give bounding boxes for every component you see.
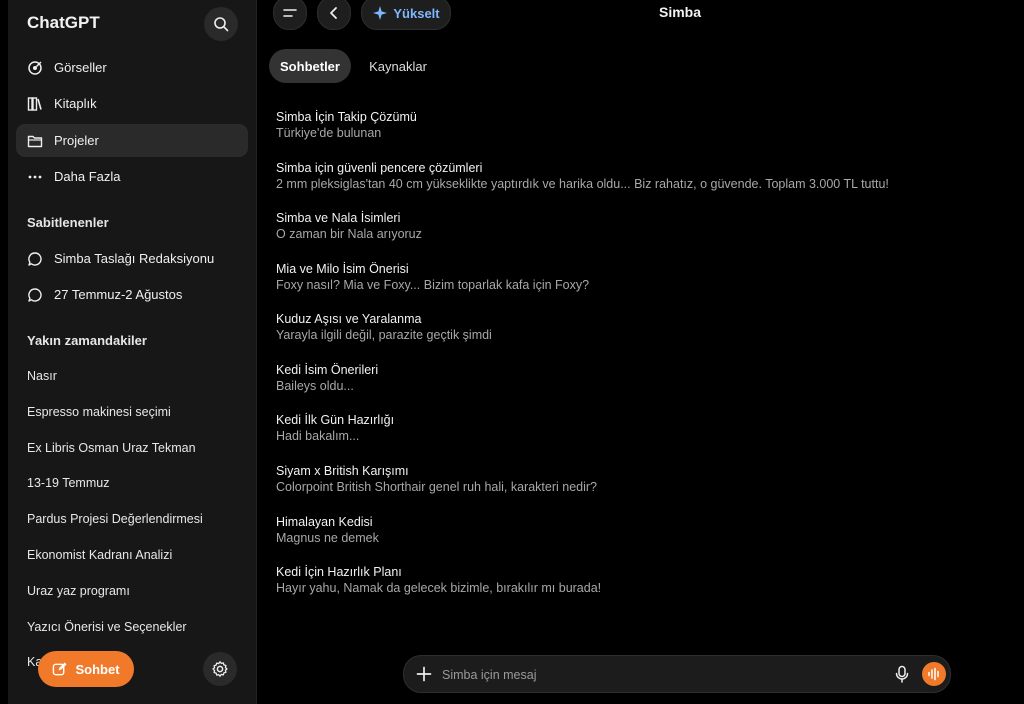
pinned-chat[interactable]: 27 Temmuz-2 Ağustos xyxy=(16,278,248,311)
back-button[interactable] xyxy=(317,0,351,30)
compose-icon xyxy=(53,661,67,675)
conversation-title: Kuduz Aşısı ve Yaralanma xyxy=(276,312,422,326)
recent-chat[interactable]: Espresso makinesi seçimi xyxy=(27,405,171,419)
tab-chats[interactable]: Sohbetler xyxy=(269,49,351,83)
recent-chat[interactable]: Nasır xyxy=(27,369,57,383)
tab-sources[interactable]: Kaynaklar xyxy=(359,49,437,83)
sparkle-icon xyxy=(373,6,388,20)
pinned-section-title: Sabitlenenler xyxy=(27,215,109,230)
settings-button[interactable] xyxy=(203,652,237,686)
conversation-title: Himalayan Kedisi xyxy=(276,515,373,529)
new-chat-button[interactable]: Sohbet xyxy=(38,651,134,687)
recent-chat[interactable]: Ex Libris Osman Uraz Tekman xyxy=(27,441,196,455)
waveform-icon xyxy=(928,667,939,681)
search-button[interactable] xyxy=(204,7,238,41)
library-icon xyxy=(26,95,44,113)
sidebar-item-label: Görseller xyxy=(54,60,107,75)
recent-chat[interactable]: Pardus Projesi Değerlendirmesi xyxy=(27,512,203,526)
conversation-snippet: Hayır yahu, Namak da gelecek bizimle, bı… xyxy=(276,581,602,595)
list-item[interactable]: Kedi İsim Önerileri Baileys oldu... xyxy=(276,362,976,395)
conversation-title: Siyam x British Karışımı xyxy=(276,464,409,478)
list-item[interactable]: Simba için güvenli pencere çözümleri 2 m… xyxy=(276,160,976,193)
conversation-snippet: Colorpoint British Shorthair genel ruh h… xyxy=(276,480,597,494)
more-icon xyxy=(26,168,44,186)
list-item[interactable]: Simba ve Nala İsimleri O zaman bir Nala … xyxy=(276,210,976,243)
sidebar-toggle-button[interactable] xyxy=(273,0,307,30)
conversation-snippet: Foxy nasıl? Mia ve Foxy... Bizim toparla… xyxy=(276,278,590,292)
gear-icon xyxy=(212,661,228,677)
conversation-snippet: O zaman bir Nala arıyoruz xyxy=(276,227,422,241)
sidebar-item-label: Daha Fazla xyxy=(54,169,121,184)
new-chat-label: Sohbet xyxy=(75,661,120,677)
conversation-title: Simba için güvenli pencere çözümleri xyxy=(276,161,483,175)
list-item[interactable]: Kedi İçin Hazırlık Planı Hayır yahu, Nam… xyxy=(276,564,976,597)
list-item[interactable]: Mia ve Milo İsim Önerisi Foxy nasıl? Mia… xyxy=(276,261,976,294)
chevron-left-icon xyxy=(330,7,337,19)
conversation-snippet: Baileys oldu... xyxy=(276,379,354,393)
brand-title: ChatGPT xyxy=(27,13,100,32)
sidebar-item-images[interactable]: Görseller xyxy=(16,51,248,84)
sidebar: ChatGPT Görseller Kitaplık Projeler Daha… xyxy=(8,0,257,704)
message-composer xyxy=(403,655,951,693)
sidebar-item-label: Projeler xyxy=(54,133,99,148)
chat-bubble-icon xyxy=(26,250,44,268)
recent-chat[interactable]: Ekonomist Kadranı Analizi xyxy=(27,548,172,562)
conversation-snippet: Yarayla ilgili değil, parazite geçtik şi… xyxy=(276,328,492,342)
plus-icon[interactable] xyxy=(414,664,434,684)
menu-icon xyxy=(283,9,297,17)
sidebar-item-label: 27 Temmuz-2 Ağustos xyxy=(54,287,183,302)
conversation-snippet: Türkiye'de bulunan xyxy=(276,126,382,140)
pinned-chat[interactable]: Simba Taslağı Redaksiyonu xyxy=(16,242,248,275)
list-item[interactable]: Kedi İlk Gün Hazırlığı Hadi bakalım... xyxy=(276,412,976,445)
conversation-snippet: Hadi bakalım... xyxy=(276,429,360,443)
conversation-snippet: Magnus ne demek xyxy=(276,531,379,545)
voice-mode-button[interactable] xyxy=(922,662,946,686)
images-icon xyxy=(26,59,44,77)
upgrade-label: Yükselt xyxy=(393,5,440,21)
page-title: Simba xyxy=(658,4,701,20)
conversation-title: Simba İçin Takip Çözümü xyxy=(276,110,417,124)
sidebar-item-label: Simba Taslağı Redaksiyonu xyxy=(54,251,215,266)
conversation-title: Kedi İçin Hazırlık Planı xyxy=(276,565,402,579)
upgrade-button[interactable]: Yükselt xyxy=(361,0,451,30)
recent-chat[interactable]: Yazıcı Önerisi ve Seçenekler xyxy=(27,620,187,634)
recent-chat[interactable]: Uraz yaz programı xyxy=(27,584,130,598)
conversation-title: Kedi İsim Önerileri xyxy=(276,363,379,377)
sidebar-item-projects[interactable]: Projeler xyxy=(16,124,248,157)
recent-chat[interactable]: 13-19 Temmuz xyxy=(27,476,109,490)
message-input[interactable] xyxy=(440,662,884,688)
search-icon xyxy=(214,17,229,32)
microphone-icon[interactable] xyxy=(892,664,912,684)
conversation-title: Kedi İlk Gün Hazırlığı xyxy=(276,413,395,427)
folder-icon xyxy=(26,132,44,150)
conversation-snippet: 2 mm pleksiglas'tan 40 cm yükseklikte ya… xyxy=(276,177,889,191)
sidebar-item-label: Kitaplık xyxy=(54,96,97,111)
list-item[interactable]: Simba İçin Takip Çözümü Türkiye'de bulun… xyxy=(276,109,976,142)
recent-section-title: Yakın zamandakiler xyxy=(27,333,147,348)
chat-bubble-icon xyxy=(26,286,44,304)
conversation-title: Simba ve Nala İsimleri xyxy=(276,211,401,225)
sidebar-item-more[interactable]: Daha Fazla xyxy=(16,160,248,193)
conversation-title: Mia ve Milo İsim Önerisi xyxy=(276,262,409,276)
list-item[interactable]: Siyam x British Karışımı Colorpoint Brit… xyxy=(276,463,976,496)
sidebar-item-library[interactable]: Kitaplık xyxy=(16,87,248,120)
list-item[interactable]: Kuduz Aşısı ve Yaralanma Yarayla ilgili … xyxy=(276,311,976,344)
list-item[interactable]: Himalayan Kedisi Magnus ne demek xyxy=(276,514,976,547)
